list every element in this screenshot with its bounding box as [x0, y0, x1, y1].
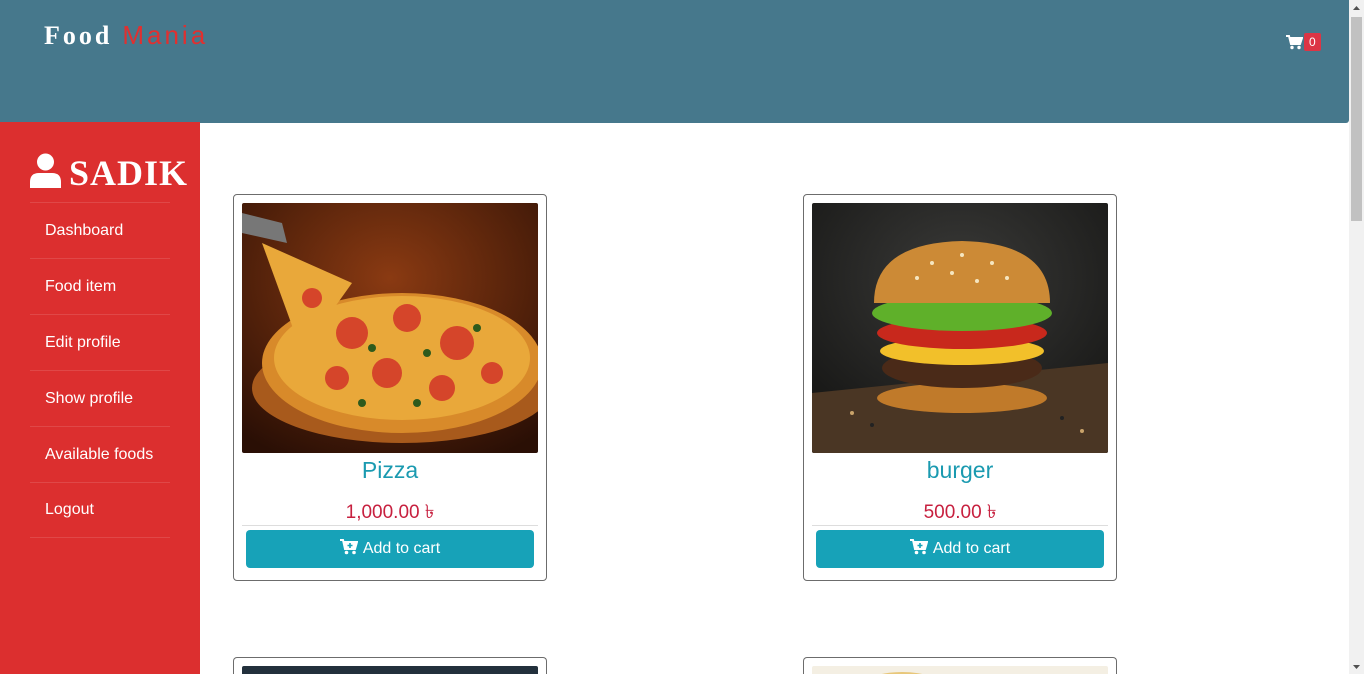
user-header: SADIK: [30, 152, 188, 194]
page-scrollbar[interactable]: [1349, 0, 1364, 674]
sidebar-item-dashboard[interactable]: Dashboard: [30, 202, 170, 258]
cart-count-badge: 0: [1304, 33, 1321, 51]
brand-logo[interactable]: Food Mania: [44, 20, 208, 51]
product-card: Pizza 1,000.00 ৳ Add to cart: [233, 194, 547, 581]
sidebar-item-logout[interactable]: Logout: [30, 482, 170, 538]
product-card: [233, 657, 547, 674]
scroll-down-icon[interactable]: [1349, 659, 1364, 674]
product-card: [803, 657, 1117, 674]
sidebar-item-edit-profile[interactable]: Edit profile: [30, 314, 170, 370]
pizza-image: [242, 203, 538, 453]
username: SADIK: [69, 153, 189, 193]
card-divider: [812, 525, 1108, 526]
sidebar-item-available-foods[interactable]: Available foods: [30, 426, 170, 482]
product-image: [242, 666, 538, 674]
user-icon: [30, 153, 61, 193]
add-to-cart-button[interactable]: Add to cart: [246, 530, 534, 568]
sidebar-menu: Dashboard Food item Edit profile Show pr…: [30, 202, 170, 538]
cart-plus-icon: [909, 538, 929, 560]
scroll-up-icon[interactable]: [1349, 0, 1364, 15]
brand-accent: Mania: [122, 20, 209, 50]
product-name: burger: [926, 457, 994, 483]
product-card: burger 500.00 ৳ Add to cart: [803, 194, 1117, 581]
scrollbar-thumb[interactable]: [1351, 17, 1362, 221]
product-name: Pizza: [361, 457, 419, 483]
sidebar-item-food-item[interactable]: Food item: [30, 258, 170, 314]
burger-image: [812, 203, 1108, 453]
cart-button[interactable]: 0: [1286, 33, 1321, 51]
cart-icon: [1286, 34, 1303, 50]
cart-plus-icon: [339, 538, 359, 560]
add-to-cart-label: Add to cart: [932, 540, 1011, 557]
add-to-cart-label: Add to cart: [362, 540, 441, 557]
top-navbar: Food Mania 0: [0, 0, 1349, 123]
brand-main: Food: [44, 21, 113, 50]
sidebar: SADIK Dashboard Food item Edit profile S…: [0, 122, 200, 674]
card-divider: [242, 525, 538, 526]
sidebar-item-show-profile[interactable]: Show profile: [30, 370, 170, 426]
product-image: [812, 666, 1108, 674]
add-to-cart-button[interactable]: Add to cart: [816, 530, 1104, 568]
